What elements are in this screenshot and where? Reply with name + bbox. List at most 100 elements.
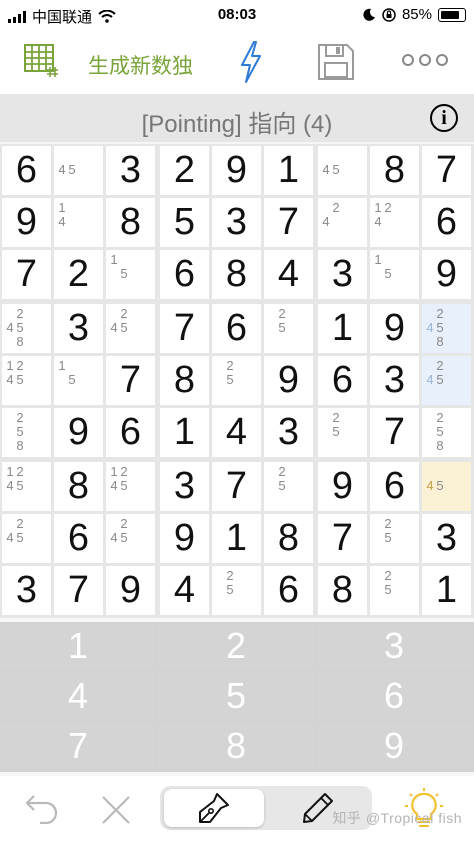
more-dots-icon[interactable] bbox=[402, 54, 448, 66]
board-cell[interactable]: 7 bbox=[264, 198, 313, 247]
board-cell[interactable]: 7 bbox=[2, 250, 51, 299]
board-cell[interactable]: 8 bbox=[212, 250, 261, 299]
board-cell[interactable]: 3 bbox=[54, 304, 103, 353]
number-key-4[interactable]: 4 bbox=[0, 672, 156, 720]
board-cell[interactable]: 9 bbox=[212, 146, 261, 195]
board-cell[interactable]: 7 bbox=[370, 408, 419, 457]
grid-hash-icon[interactable] bbox=[24, 44, 60, 78]
board-cell[interactable]: 245 bbox=[422, 356, 471, 405]
board-cell[interactable]: 9 bbox=[160, 514, 209, 563]
board-cell[interactable]: 4 bbox=[212, 408, 261, 457]
board-cell[interactable]: 1 bbox=[212, 514, 261, 563]
board-cell[interactable]: 1245 bbox=[2, 462, 51, 511]
board-cell[interactable]: 6 bbox=[212, 304, 261, 353]
board-cell[interactable]: 124 bbox=[370, 198, 419, 247]
board-cell[interactable]: 245 bbox=[2, 514, 51, 563]
board-cell[interactable]: 25 bbox=[318, 408, 367, 457]
board-cell[interactable]: 245 bbox=[106, 514, 155, 563]
number-key-8[interactable]: 8 bbox=[158, 722, 314, 770]
board-cell[interactable]: 3 bbox=[106, 146, 155, 195]
board-cell[interactable]: 2458 bbox=[422, 304, 471, 353]
board-cell[interactable]: 245 bbox=[106, 304, 155, 353]
board-cell[interactable]: 8 bbox=[54, 462, 103, 511]
board-cell[interactable]: 4 bbox=[160, 566, 209, 615]
board-cell[interactable]: 1 bbox=[318, 304, 367, 353]
board-cell[interactable]: 1 bbox=[264, 146, 313, 195]
board-cell[interactable]: 7 bbox=[160, 304, 209, 353]
board-cell[interactable]: 6 bbox=[318, 356, 367, 405]
info-icon[interactable]: i bbox=[430, 104, 458, 132]
board-cell[interactable]: 4 bbox=[264, 250, 313, 299]
board-cell[interactable]: 15 bbox=[370, 250, 419, 299]
new-sudoku-button[interactable]: 生成新数独 bbox=[88, 50, 193, 80]
lightning-icon[interactable] bbox=[238, 40, 264, 84]
board-cell[interactable]: 3 bbox=[318, 250, 367, 299]
board-cell[interactable]: 24 bbox=[318, 198, 367, 247]
board-cell[interactable]: 6 bbox=[2, 146, 51, 195]
board-cell[interactable]: 15 bbox=[106, 250, 155, 299]
number-key-6[interactable]: 6 bbox=[316, 672, 472, 720]
board-cell[interactable]: 9 bbox=[370, 304, 419, 353]
candidate-digit: 8 bbox=[16, 438, 24, 453]
board-cell[interactable]: 25 bbox=[264, 304, 313, 353]
board-cell[interactable]: 2458 bbox=[2, 304, 51, 353]
board-cell[interactable]: 1 bbox=[422, 566, 471, 615]
board-cell[interactable]: 6 bbox=[106, 408, 155, 457]
board-cell[interactable]: 7 bbox=[212, 462, 261, 511]
board-cell[interactable]: 1245 bbox=[2, 356, 51, 405]
board-cell[interactable]: 9 bbox=[54, 408, 103, 457]
board-cell[interactable]: 45 bbox=[318, 146, 367, 195]
board-cell[interactable]: 6 bbox=[370, 462, 419, 511]
board-cell[interactable]: 14 bbox=[54, 198, 103, 247]
number-key-9[interactable]: 9 bbox=[316, 722, 472, 770]
board-cell[interactable]: 2 bbox=[160, 146, 209, 195]
board-cell[interactable]: 15 bbox=[54, 356, 103, 405]
board-cell[interactable]: 258 bbox=[2, 408, 51, 457]
board-cell[interactable]: 3 bbox=[160, 462, 209, 511]
board-cell[interactable]: 25 bbox=[370, 514, 419, 563]
board-cell[interactable]: 25 bbox=[264, 462, 313, 511]
clear-icon[interactable] bbox=[100, 794, 132, 826]
board-cell[interactable]: 25 bbox=[370, 566, 419, 615]
board-cell[interactable]: 8 bbox=[160, 356, 209, 405]
board-cell[interactable]: 25 bbox=[212, 566, 261, 615]
board-cell[interactable]: 1 bbox=[160, 408, 209, 457]
board-cell[interactable]: 1245 bbox=[106, 462, 155, 511]
board-cell[interactable]: 9 bbox=[318, 462, 367, 511]
board-cell[interactable]: 6 bbox=[422, 198, 471, 247]
board-cell[interactable]: 3 bbox=[2, 566, 51, 615]
board-cell[interactable]: 5 bbox=[160, 198, 209, 247]
board-cell[interactable]: 9 bbox=[106, 566, 155, 615]
pen-mode-button[interactable] bbox=[164, 789, 264, 827]
board-cell[interactable]: 45 bbox=[422, 462, 471, 511]
board-cell[interactable]: 45 bbox=[54, 146, 103, 195]
board-cell[interactable]: 9 bbox=[422, 250, 471, 299]
board-cell[interactable]: 8 bbox=[106, 198, 155, 247]
number-key-2[interactable]: 2 bbox=[158, 622, 314, 670]
board-cell[interactable]: 3 bbox=[264, 408, 313, 457]
board-cell[interactable]: 7 bbox=[54, 566, 103, 615]
number-key-3[interactable]: 3 bbox=[316, 622, 472, 670]
board-cell[interactable]: 8 bbox=[370, 146, 419, 195]
board-cell[interactable]: 25 bbox=[212, 356, 261, 405]
board-cell[interactable]: 7 bbox=[318, 514, 367, 563]
board-cell[interactable]: 7 bbox=[422, 146, 471, 195]
number-key-7[interactable]: 7 bbox=[0, 722, 156, 770]
number-key-5[interactable]: 5 bbox=[158, 672, 314, 720]
undo-icon[interactable] bbox=[24, 792, 60, 824]
board-cell[interactable]: 8 bbox=[264, 514, 313, 563]
board-cell[interactable]: 3 bbox=[370, 356, 419, 405]
number-key-1[interactable]: 1 bbox=[0, 622, 156, 670]
board-cell[interactable]: 6 bbox=[264, 566, 313, 615]
board-cell[interactable]: 6 bbox=[160, 250, 209, 299]
board-cell[interactable]: 9 bbox=[264, 356, 313, 405]
board-cell[interactable]: 258 bbox=[422, 408, 471, 457]
board-cell[interactable]: 7 bbox=[106, 356, 155, 405]
board-cell[interactable]: 3 bbox=[422, 514, 471, 563]
save-disk-icon[interactable] bbox=[316, 42, 356, 82]
board-cell[interactable]: 6 bbox=[54, 514, 103, 563]
board-cell[interactable]: 9 bbox=[2, 198, 51, 247]
board-cell[interactable]: 8 bbox=[318, 566, 367, 615]
board-cell[interactable]: 3 bbox=[212, 198, 261, 247]
board-cell[interactable]: 2 bbox=[54, 250, 103, 299]
